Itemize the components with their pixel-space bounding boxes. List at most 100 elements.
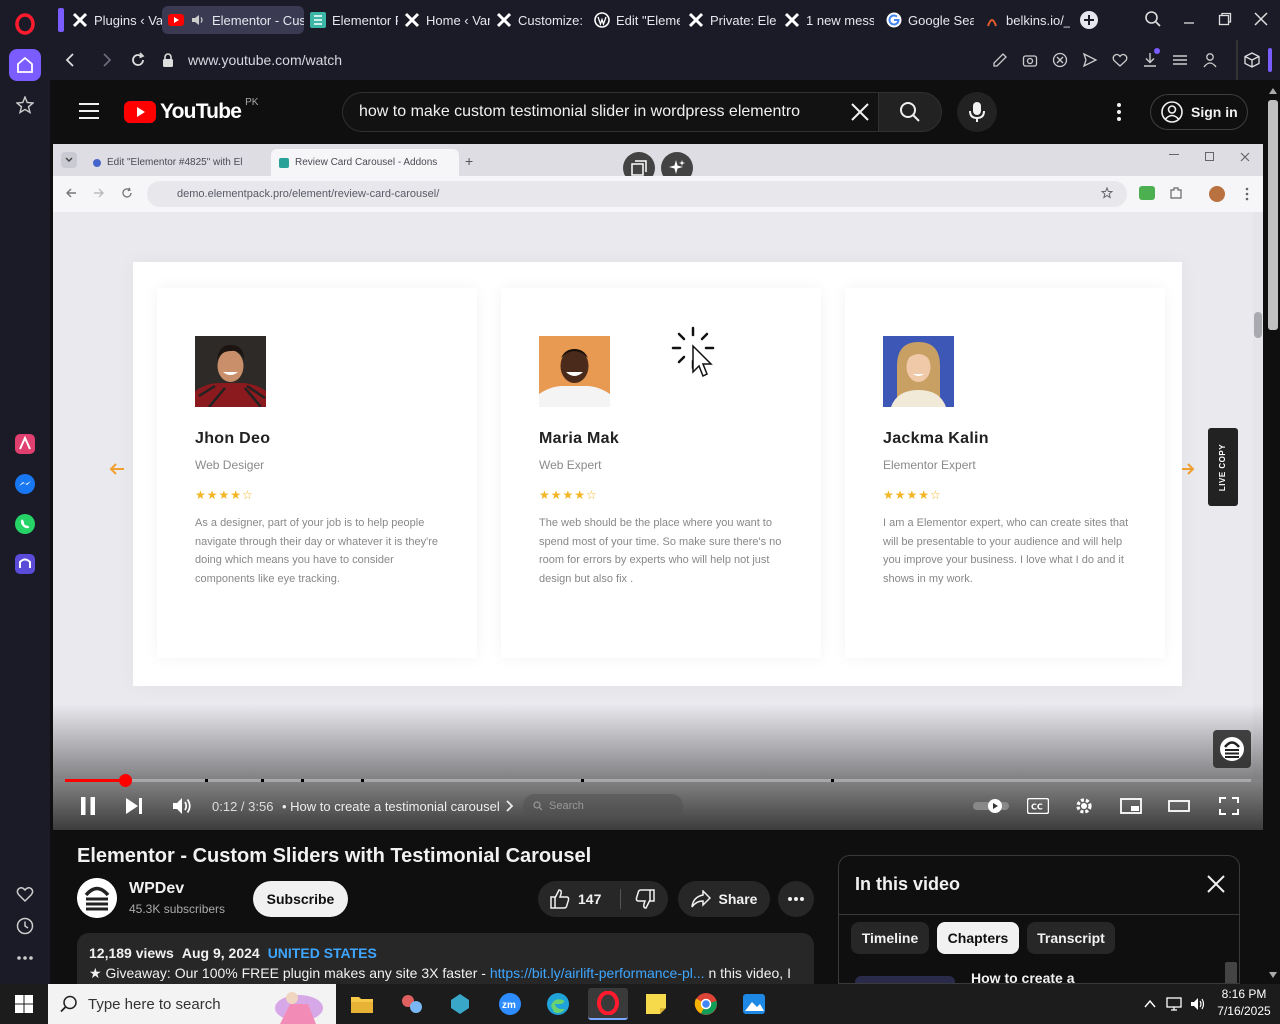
file-explorer-icon[interactable]: [342, 988, 382, 1020]
chapter-title-button[interactable]: • How to create a testimonial carousel: [282, 784, 514, 828]
volume-icon: [172, 797, 192, 815]
home-icon[interactable]: [9, 49, 41, 81]
download-icon[interactable]: [1142, 48, 1160, 68]
lock-icon[interactable]: [162, 53, 174, 67]
search-button[interactable]: [878, 92, 942, 132]
aria-icon[interactable]: [9, 428, 41, 460]
whatsapp-icon[interactable]: [9, 508, 41, 540]
channel-avatar[interactable]: [77, 878, 117, 918]
tab-elementor-r[interactable]: Elementor R: [304, 6, 398, 34]
tab-plugins[interactable]: Plugins ‹ Var: [66, 6, 162, 34]
autoplay-toggle[interactable]: [969, 784, 1013, 828]
show-hidden-icons-icon[interactable]: [1138, 988, 1162, 1020]
next-video-button[interactable]: [121, 784, 147, 828]
search-input[interactable]: how to make custom testimonial slider in…: [342, 92, 878, 132]
scroll-down-arrow-icon[interactable]: [1269, 972, 1277, 978]
new-tab-plus-icon[interactable]: [1080, 11, 1098, 29]
favorites-heart-icon[interactable]: [9, 878, 41, 910]
edit-icon[interactable]: [992, 52, 1008, 68]
speed-dial-icon[interactable]: [9, 89, 41, 121]
like-button[interactable]: 147: [538, 881, 620, 917]
minimize-icon[interactable]: [1180, 10, 1198, 28]
tab-google-search[interactable]: Google Sear: [880, 6, 974, 34]
panel-scrollbar[interactable]: [1225, 962, 1237, 983]
video-player[interactable]: Edit "Elementor #4825" with El Review Ca…: [53, 144, 1263, 830]
camera-icon[interactable]: [1022, 52, 1038, 68]
video-description[interactable]: 12,189 views Aug 9, 2024 UNITED STATES ★…: [77, 933, 814, 984]
channel-watermark-icon[interactable]: [1213, 730, 1251, 768]
channel-name[interactable]: WPDev: [129, 880, 184, 898]
url-text[interactable]: www.youtube.com/watch: [188, 52, 342, 68]
opera-taskbar-icon[interactable]: [588, 988, 628, 1020]
tab-search-icon[interactable]: [1144, 10, 1162, 28]
send-icon[interactable]: [1082, 52, 1098, 68]
close-window-icon[interactable]: [1252, 10, 1270, 28]
network-icon[interactable]: [1162, 988, 1186, 1020]
search-value[interactable]: how to make custom testimonial slider in…: [359, 103, 800, 121]
photos-icon[interactable]: [734, 988, 774, 1020]
chip-timeline[interactable]: Timeline: [851, 922, 929, 954]
address-field[interactable]: www.youtube.com/watch: [162, 44, 1032, 76]
zoom-icon[interactable]: zm: [490, 988, 530, 1020]
easy-setup-icon[interactable]: [1172, 52, 1188, 68]
tab-private[interactable]: Private: Elem: [682, 6, 776, 34]
opera-logo-icon[interactable]: [9, 8, 41, 40]
volume-tray-icon[interactable]: [1186, 988, 1210, 1020]
back-arrow-icon[interactable]: [62, 51, 80, 69]
settings-button[interactable]: [1071, 784, 1097, 828]
subtitles-button[interactable]: CC: [1023, 784, 1053, 828]
clear-search-icon[interactable]: [850, 102, 870, 122]
tab-home[interactable]: Home ‹ Varti: [398, 6, 490, 34]
reload-icon[interactable]: [129, 51, 147, 69]
music-player-icon[interactable]: [9, 548, 41, 580]
app-gem-icon[interactable]: [440, 988, 480, 1020]
share-button[interactable]: Share: [678, 881, 770, 917]
taskbar-clock[interactable]: 8:16 PM 7/16/2025: [1214, 986, 1274, 1020]
restore-icon[interactable]: [1216, 10, 1234, 28]
snip-tool-icon[interactable]: [392, 988, 432, 1020]
adblock-icon[interactable]: [1052, 52, 1068, 68]
video-progress-bar[interactable]: [65, 774, 1251, 787]
location-link[interactable]: UNITED STATES: [268, 945, 377, 961]
extensions-cube-icon[interactable]: [1244, 52, 1260, 68]
tab-edit-elementor[interactable]: Edit "Elemen: [588, 6, 680, 34]
theater-mode-button[interactable]: [1165, 784, 1193, 828]
tab-belkins[interactable]: belkins.io/_a: [978, 6, 1070, 34]
messenger-icon[interactable]: [9, 468, 41, 500]
volume-button[interactable]: [169, 784, 195, 828]
chapter-title[interactable]: How to create a: [971, 970, 1074, 983]
settings-more-icon[interactable]: [1116, 102, 1122, 122]
chip-transcript[interactable]: Transcript: [1027, 922, 1115, 954]
chip-chapters[interactable]: Chapters: [937, 922, 1019, 954]
hamburger-menu-icon[interactable]: [78, 102, 100, 120]
subscribe-button[interactable]: Subscribe: [253, 881, 348, 917]
forward-arrow-icon[interactable]: [97, 51, 115, 69]
taskbar-search-box[interactable]: Type here to search: [48, 984, 336, 1024]
voice-search-button[interactable]: [957, 92, 997, 132]
description-link[interactable]: https://bit.ly/airlift-performance-pl...: [490, 965, 705, 981]
scroll-up-arrow-icon[interactable]: [1269, 88, 1277, 94]
windows-start-icon[interactable]: [4, 988, 44, 1020]
youtube-logo[interactable]: YouTube PK: [124, 97, 258, 124]
chrome-icon[interactable]: [686, 988, 726, 1020]
heart-icon[interactable]: [1112, 52, 1128, 68]
profile-icon[interactable]: [1202, 52, 1218, 68]
sticky-notes-icon[interactable]: [636, 988, 676, 1020]
page-scroll-thumb[interactable]: [1268, 100, 1278, 330]
miniplayer-button[interactable]: [1117, 784, 1145, 828]
page-scrollbar[interactable]: [1266, 80, 1280, 984]
dislike-button[interactable]: [622, 881, 668, 917]
more-dots-icon[interactable]: [9, 942, 41, 974]
sign-in-button[interactable]: Sign in: [1150, 94, 1248, 130]
history-clock-icon[interactable]: [9, 910, 41, 942]
tab-customize[interactable]: Customize: V: [490, 6, 584, 34]
tab-new-message[interactable]: 1 new messa: [778, 6, 874, 34]
speaker-icon[interactable]: [190, 12, 206, 28]
more-actions-button[interactable]: [778, 881, 814, 917]
pause-button[interactable]: [75, 784, 101, 828]
edge-icon[interactable]: [538, 988, 578, 1020]
chapter-thumbnail[interactable]: [855, 976, 955, 983]
tab-youtube-active[interactable]: Elementor - Cust: [162, 6, 304, 34]
fullscreen-button[interactable]: [1215, 784, 1243, 828]
close-panel-icon[interactable]: [1207, 875, 1225, 893]
